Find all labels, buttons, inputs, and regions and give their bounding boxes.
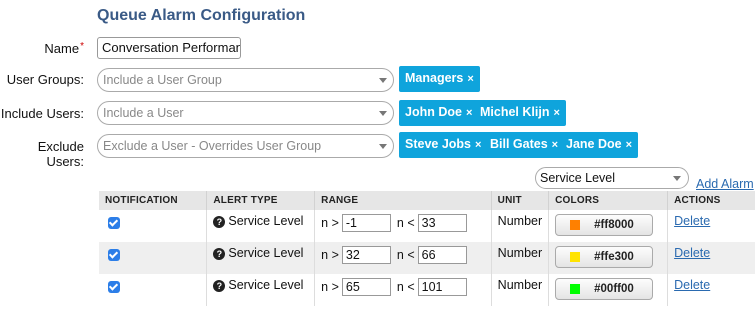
add-alarm-link[interactable]: Add Alarm [696, 177, 754, 191]
delete-link[interactable]: Delete [674, 246, 710, 260]
dropdown-arrow-icon[interactable] [379, 111, 387, 116]
header-actions: ACTIONS [667, 191, 755, 210]
color-picker-button[interactable]: #ffe300 [555, 246, 654, 268]
table-row: ? Service Level n >65 n <101 Number #00ff0… [99, 274, 755, 306]
alert-type-text: Service Level [228, 246, 304, 260]
name-field[interactable]: Conversation Performanc [97, 37, 241, 59]
alarm-type-value: Service Level [540, 171, 616, 185]
alert-type-text: Service Level [228, 278, 304, 292]
range-gt-label: n > [321, 280, 339, 294]
tag-bill-gates: Bill Gates × [484, 132, 565, 158]
include-users-combobox[interactable]: Include a User [97, 101, 394, 125]
required-asterisk: * [80, 41, 84, 52]
alert-type-cell: ? Service Level [206, 274, 316, 306]
header-range: RANGE [314, 191, 492, 210]
table-row: ? Service Level n > -1 n <33 Number #ff8000… [99, 210, 755, 242]
color-swatch [570, 284, 581, 294]
header-colors: COLORS [548, 191, 669, 210]
actions-cell: Delete [667, 274, 755, 306]
remove-tag-icon[interactable]: × [467, 73, 473, 85]
color-picker-button[interactable]: #ff8000 [555, 214, 654, 236]
dropdown-arrow-icon[interactable] [379, 78, 387, 83]
remove-tag-icon[interactable]: × [552, 139, 558, 151]
range-max-input[interactable]: 66 [417, 246, 467, 264]
alert-type-cell: ? Service Level [206, 210, 316, 242]
notification-cell [99, 242, 208, 274]
range-gt-label: n > [321, 216, 339, 230]
notification-cell [99, 210, 208, 242]
notification-checkbox[interactable] [108, 249, 120, 261]
user-groups-placeholder: Include a User Group [103, 73, 222, 87]
color-cell: #00ff00 [548, 274, 669, 306]
exclude-users-placeholder: Exclude a User - Overrides User Group [103, 139, 322, 153]
help-icon[interactable]: ? [213, 248, 226, 260]
dropdown-arrow-icon[interactable] [673, 176, 681, 181]
page-title: Queue Alarm Configuration [97, 7, 306, 24]
name-label: Name* [44, 41, 84, 56]
exclude-users-label: Exclude Users: [37, 139, 84, 169]
tag-jane-doe: Jane Doe × [560, 132, 639, 158]
unit-cell: Number [491, 210, 550, 242]
unit-cell: Number [491, 274, 550, 306]
alarm-type-select[interactable]: Service Level [535, 167, 689, 189]
tag-michel-klijn: Michel Klijn × [474, 100, 566, 126]
tag-john-doe: John Doe × [399, 100, 479, 126]
range-cell: n > -1 n <33 [314, 210, 492, 242]
include-users-label: Include Users: [0, 106, 84, 121]
table-row: ? Service Level n >32 n <66 Number #ffe300… [99, 242, 755, 274]
delete-link[interactable]: Delete [674, 214, 710, 228]
tag-steve-jobs: Steve Jobs × [399, 132, 488, 158]
dropdown-arrow-icon[interactable] [379, 144, 387, 149]
alarm-table: NOTIFICATION ALERT TYPE RANGE UNIT COLOR… [99, 191, 755, 306]
help-icon[interactable]: ? [213, 280, 226, 292]
range-lt-label: n < [396, 280, 415, 294]
actions-cell: Delete [667, 242, 755, 274]
unit-cell: Number [491, 242, 550, 274]
notification-checkbox[interactable] [108, 281, 120, 293]
header-unit: UNIT [491, 191, 550, 210]
range-max-input[interactable]: 101 [417, 278, 467, 296]
alert-type-cell: ? Service Level [206, 242, 316, 274]
range-max-input[interactable]: 33 [417, 214, 467, 232]
delete-link[interactable]: Delete [674, 278, 710, 292]
range-min-input[interactable]: 32 [341, 246, 391, 264]
table-header-row: NOTIFICATION ALERT TYPE RANGE UNIT COLOR… [99, 191, 755, 210]
notification-cell [99, 274, 208, 306]
actions-cell: Delete [667, 210, 755, 242]
range-lt-label: n < [396, 216, 415, 230]
range-lt-label: n < [396, 248, 415, 262]
color-hex: #00ff00 [594, 283, 634, 295]
range-min-input[interactable]: -1 [341, 214, 391, 232]
remove-tag-icon[interactable]: × [466, 107, 472, 119]
help-icon[interactable]: ? [213, 216, 226, 228]
exclude-users-combobox[interactable]: Exclude a User - Overrides User Group [97, 134, 394, 158]
color-hex: #ffe300 [594, 251, 634, 263]
color-swatch [570, 252, 581, 262]
remove-tag-icon[interactable]: × [626, 139, 632, 151]
color-cell: #ffe300 [548, 242, 669, 274]
alert-type-text: Service Level [228, 214, 304, 228]
user-groups-combobox[interactable]: Include a User Group [97, 68, 394, 92]
color-picker-button[interactable]: #00ff00 [555, 278, 654, 300]
user-groups-label: User Groups: [6, 72, 84, 87]
header-alert-type: ALERT TYPE [206, 191, 316, 210]
include-users-placeholder: Include a User [103, 106, 184, 120]
header-notification: NOTIFICATION [99, 191, 208, 210]
color-hex: #ff8000 [594, 219, 634, 231]
remove-tag-icon[interactable]: × [553, 107, 559, 119]
range-min-input[interactable]: 65 [341, 278, 391, 296]
range-cell: n >65 n <101 [314, 274, 492, 306]
range-gt-label: n > [321, 248, 339, 262]
color-swatch [570, 220, 581, 230]
tag-managers: Managers × [399, 66, 480, 92]
notification-checkbox[interactable] [108, 217, 120, 229]
color-cell: #ff8000 [548, 210, 669, 242]
range-cell: n >32 n <66 [314, 242, 492, 274]
remove-tag-icon[interactable]: × [475, 139, 481, 151]
